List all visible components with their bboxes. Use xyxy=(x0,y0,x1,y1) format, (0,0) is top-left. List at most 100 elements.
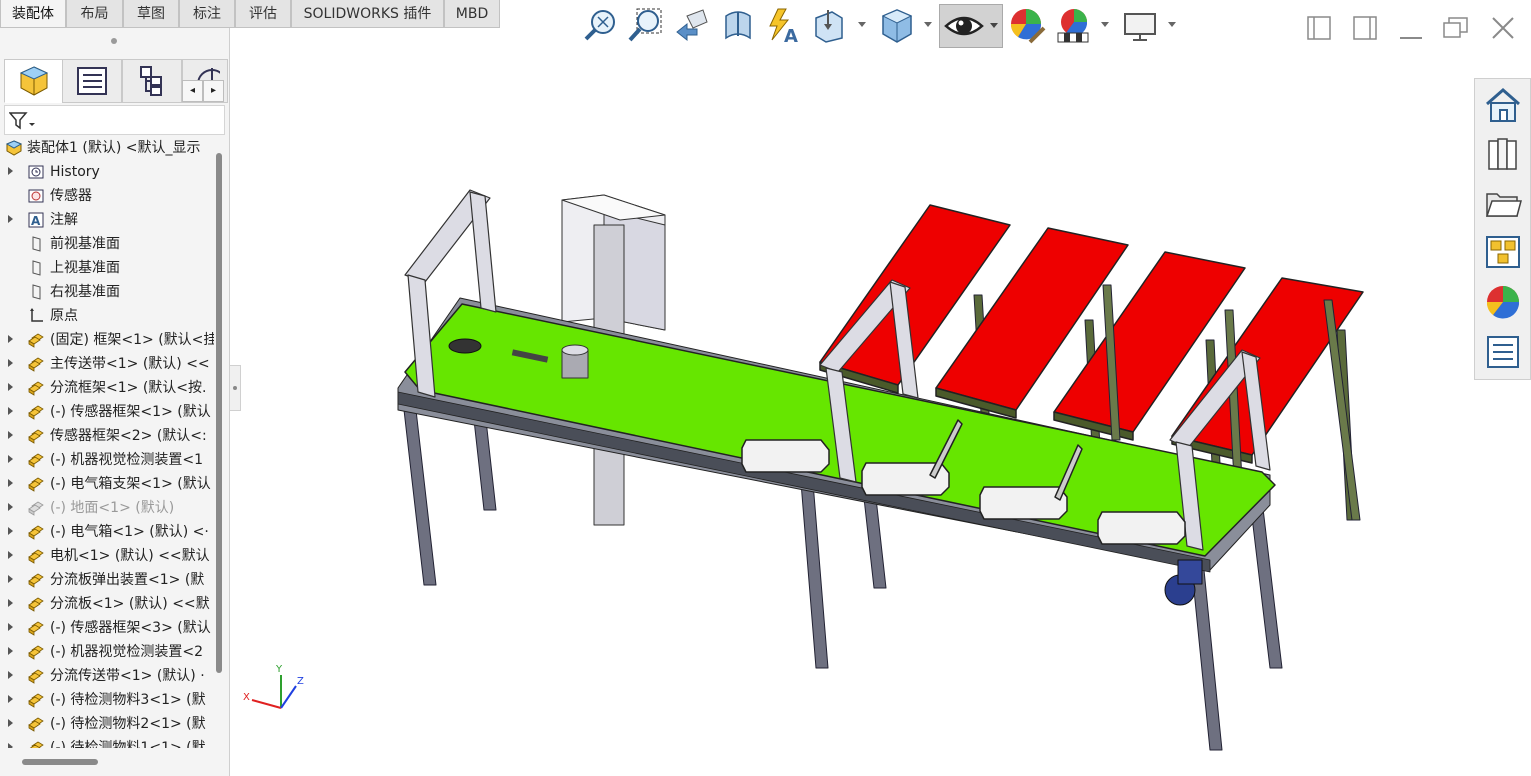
tree-item[interactable]: 传感器 xyxy=(0,184,214,208)
tab-mbd[interactable]: MBD xyxy=(444,0,500,28)
tab-solidworks-addins[interactable]: SOLIDWORKS 插件 xyxy=(291,0,444,28)
part-icon xyxy=(28,716,44,732)
tree-item[interactable]: 右视基准面 xyxy=(0,280,214,304)
expand-arrow-icon[interactable] xyxy=(8,383,13,391)
part-icon xyxy=(28,476,44,492)
graphics-area[interactable]: Y X Z xyxy=(231,46,1471,776)
tree-item[interactable]: History xyxy=(0,160,214,184)
apply-scene-dropdown-icon[interactable] xyxy=(1101,22,1109,27)
part-icon xyxy=(28,500,44,516)
view-orientation-dropdown-icon[interactable] xyxy=(858,22,866,27)
tree-item[interactable]: 电机<1> (默认) <<默认 xyxy=(0,544,214,568)
close-icon[interactable] xyxy=(1489,14,1517,42)
tree-item[interactable]: 分流传送带<1> (默认) · xyxy=(0,664,214,688)
tree-item[interactable]: 主传送带<1> (默认) << xyxy=(0,352,214,376)
section-view-icon[interactable] xyxy=(718,6,756,46)
tree-item[interactable]: (-) 传感器框架<1> (默认 xyxy=(0,400,214,424)
tree-item[interactable]: (-) 地面<1> (默认) xyxy=(0,496,214,520)
tree-item[interactable]: (-) 待检测物料2<1> (默 xyxy=(0,712,214,736)
tab-markup[interactable]: 标注 xyxy=(179,0,235,28)
expand-arrow-icon[interactable] xyxy=(8,551,13,559)
tree-item[interactable]: 原点 xyxy=(0,304,214,328)
zoom-to-fit-icon[interactable] xyxy=(582,6,620,46)
tree-item[interactable]: (-) 电气箱<1> (默认) <· xyxy=(0,520,214,544)
expand-arrow-icon[interactable] xyxy=(8,407,13,415)
tree-item[interactable]: 前视基准面 xyxy=(0,232,214,256)
filter-icon[interactable] xyxy=(9,112,35,130)
tab-layout[interactable]: 布局 xyxy=(66,0,123,28)
expand-arrow-icon[interactable] xyxy=(8,599,13,607)
tree-horizontal-scrollbar[interactable] xyxy=(22,759,98,765)
tab-feature-manager[interactable] xyxy=(4,59,64,103)
tab-configuration-manager[interactable] xyxy=(122,59,182,103)
display-style-icon[interactable] xyxy=(878,6,916,46)
tree-root-assembly[interactable]: 装配体1 (默认) <默认_显示 xyxy=(0,136,214,160)
sensor-icon xyxy=(28,188,44,204)
expand-arrow-icon[interactable] xyxy=(8,455,13,463)
tab-sketch[interactable]: 草图 xyxy=(123,0,179,28)
expand-arrow-icon[interactable] xyxy=(8,479,13,487)
restore-right-icon[interactable] xyxy=(1351,14,1379,42)
panel-grip[interactable] xyxy=(111,38,117,44)
appearances-icon[interactable] xyxy=(1479,279,1527,325)
tree-item[interactable]: (-) 待检测物料3<1> (默 xyxy=(0,688,214,712)
custom-properties-icon[interactable] xyxy=(1479,329,1527,375)
expand-arrow-icon[interactable] xyxy=(8,575,13,583)
view-settings-icon[interactable] xyxy=(1122,6,1160,46)
previous-view-icon[interactable] xyxy=(673,6,711,46)
tree-item[interactable]: (-) 电气箱支架<1> (默认 xyxy=(0,472,214,496)
tree-item[interactable]: 分流板<1> (默认) <<默 xyxy=(0,592,214,616)
tree-item[interactable]: (-) 传感器框架<3> (默认 xyxy=(0,616,214,640)
view-orientation-icon[interactable] xyxy=(810,6,848,46)
tree-item-label: 原点 xyxy=(50,308,78,324)
zoom-to-area-icon[interactable] xyxy=(627,6,665,46)
expand-arrow-icon[interactable] xyxy=(8,335,13,343)
expand-arrow-icon[interactable] xyxy=(8,359,13,367)
minimize-icon[interactable] xyxy=(1398,24,1424,44)
tree-item[interactable]: A 注解 xyxy=(0,208,214,232)
expand-arrow-icon[interactable] xyxy=(8,623,13,631)
tree-item[interactable]: 上视基准面 xyxy=(0,256,214,280)
maximize-icon[interactable] xyxy=(1441,14,1471,42)
expand-arrow-icon[interactable] xyxy=(8,695,13,703)
part-icon xyxy=(28,692,44,708)
tree-item[interactable]: (-) 机器视觉检测装置<1 xyxy=(0,448,214,472)
tree-vertical-scrollbar[interactable] xyxy=(216,153,222,673)
tree-item[interactable]: 分流板弹出装置<1> (默 xyxy=(0,568,214,592)
expand-arrow-icon[interactable] xyxy=(8,431,13,439)
hide-show-dropdown-icon[interactable] xyxy=(990,23,998,28)
tree-item[interactable]: (-) 机器视觉检测装置<2 xyxy=(0,640,214,664)
view-palette-icon[interactable] xyxy=(1479,229,1527,275)
restore-left-icon[interactable] xyxy=(1305,14,1333,42)
svg-text:A: A xyxy=(784,26,798,46)
tree-item[interactable]: 分流框架<1> (默认<按. xyxy=(0,376,214,400)
hide-show-items-button[interactable] xyxy=(939,4,1003,48)
display-style-dropdown-icon[interactable] xyxy=(924,22,932,27)
expand-arrow-icon[interactable] xyxy=(8,671,13,679)
tab-assembly[interactable]: 装配体 xyxy=(0,0,66,28)
expand-arrow-icon[interactable] xyxy=(8,743,13,748)
home-icon[interactable] xyxy=(1479,82,1527,128)
tab-evaluate[interactable]: 评估 xyxy=(235,0,291,28)
tree-item[interactable]: (-) 待检测物料1<1> (默 xyxy=(0,736,214,748)
tree-item[interactable]: 传感器框架<2> (默认<: xyxy=(0,424,214,448)
expand-arrow-icon[interactable] xyxy=(8,167,13,175)
expand-arrow-icon[interactable] xyxy=(8,527,13,535)
design-library-icon[interactable] xyxy=(1479,131,1527,177)
scroll-right-icon[interactable]: ▸ xyxy=(203,80,224,102)
dynamic-annotation-icon[interactable]: A xyxy=(764,6,802,47)
apply-scene-icon[interactable] xyxy=(1054,6,1092,46)
scroll-left-icon[interactable]: ◂ xyxy=(182,80,203,102)
tree-item[interactable]: (固定) 框架<1> (默认<挂 xyxy=(0,328,214,352)
expand-arrow-icon[interactable] xyxy=(8,647,13,655)
expand-arrow-icon[interactable] xyxy=(8,215,13,223)
task-pane xyxy=(1474,78,1531,380)
edit-appearance-icon[interactable] xyxy=(1008,6,1046,46)
assembly-model[interactable] xyxy=(397,189,1364,751)
tree-filter[interactable] xyxy=(4,105,225,135)
file-explorer-icon[interactable] xyxy=(1479,180,1527,226)
expand-arrow-icon[interactable] xyxy=(8,719,13,727)
view-settings-dropdown-icon[interactable] xyxy=(1168,22,1176,27)
expand-arrow-icon[interactable] xyxy=(8,503,13,511)
tab-property-manager[interactable] xyxy=(62,59,122,103)
